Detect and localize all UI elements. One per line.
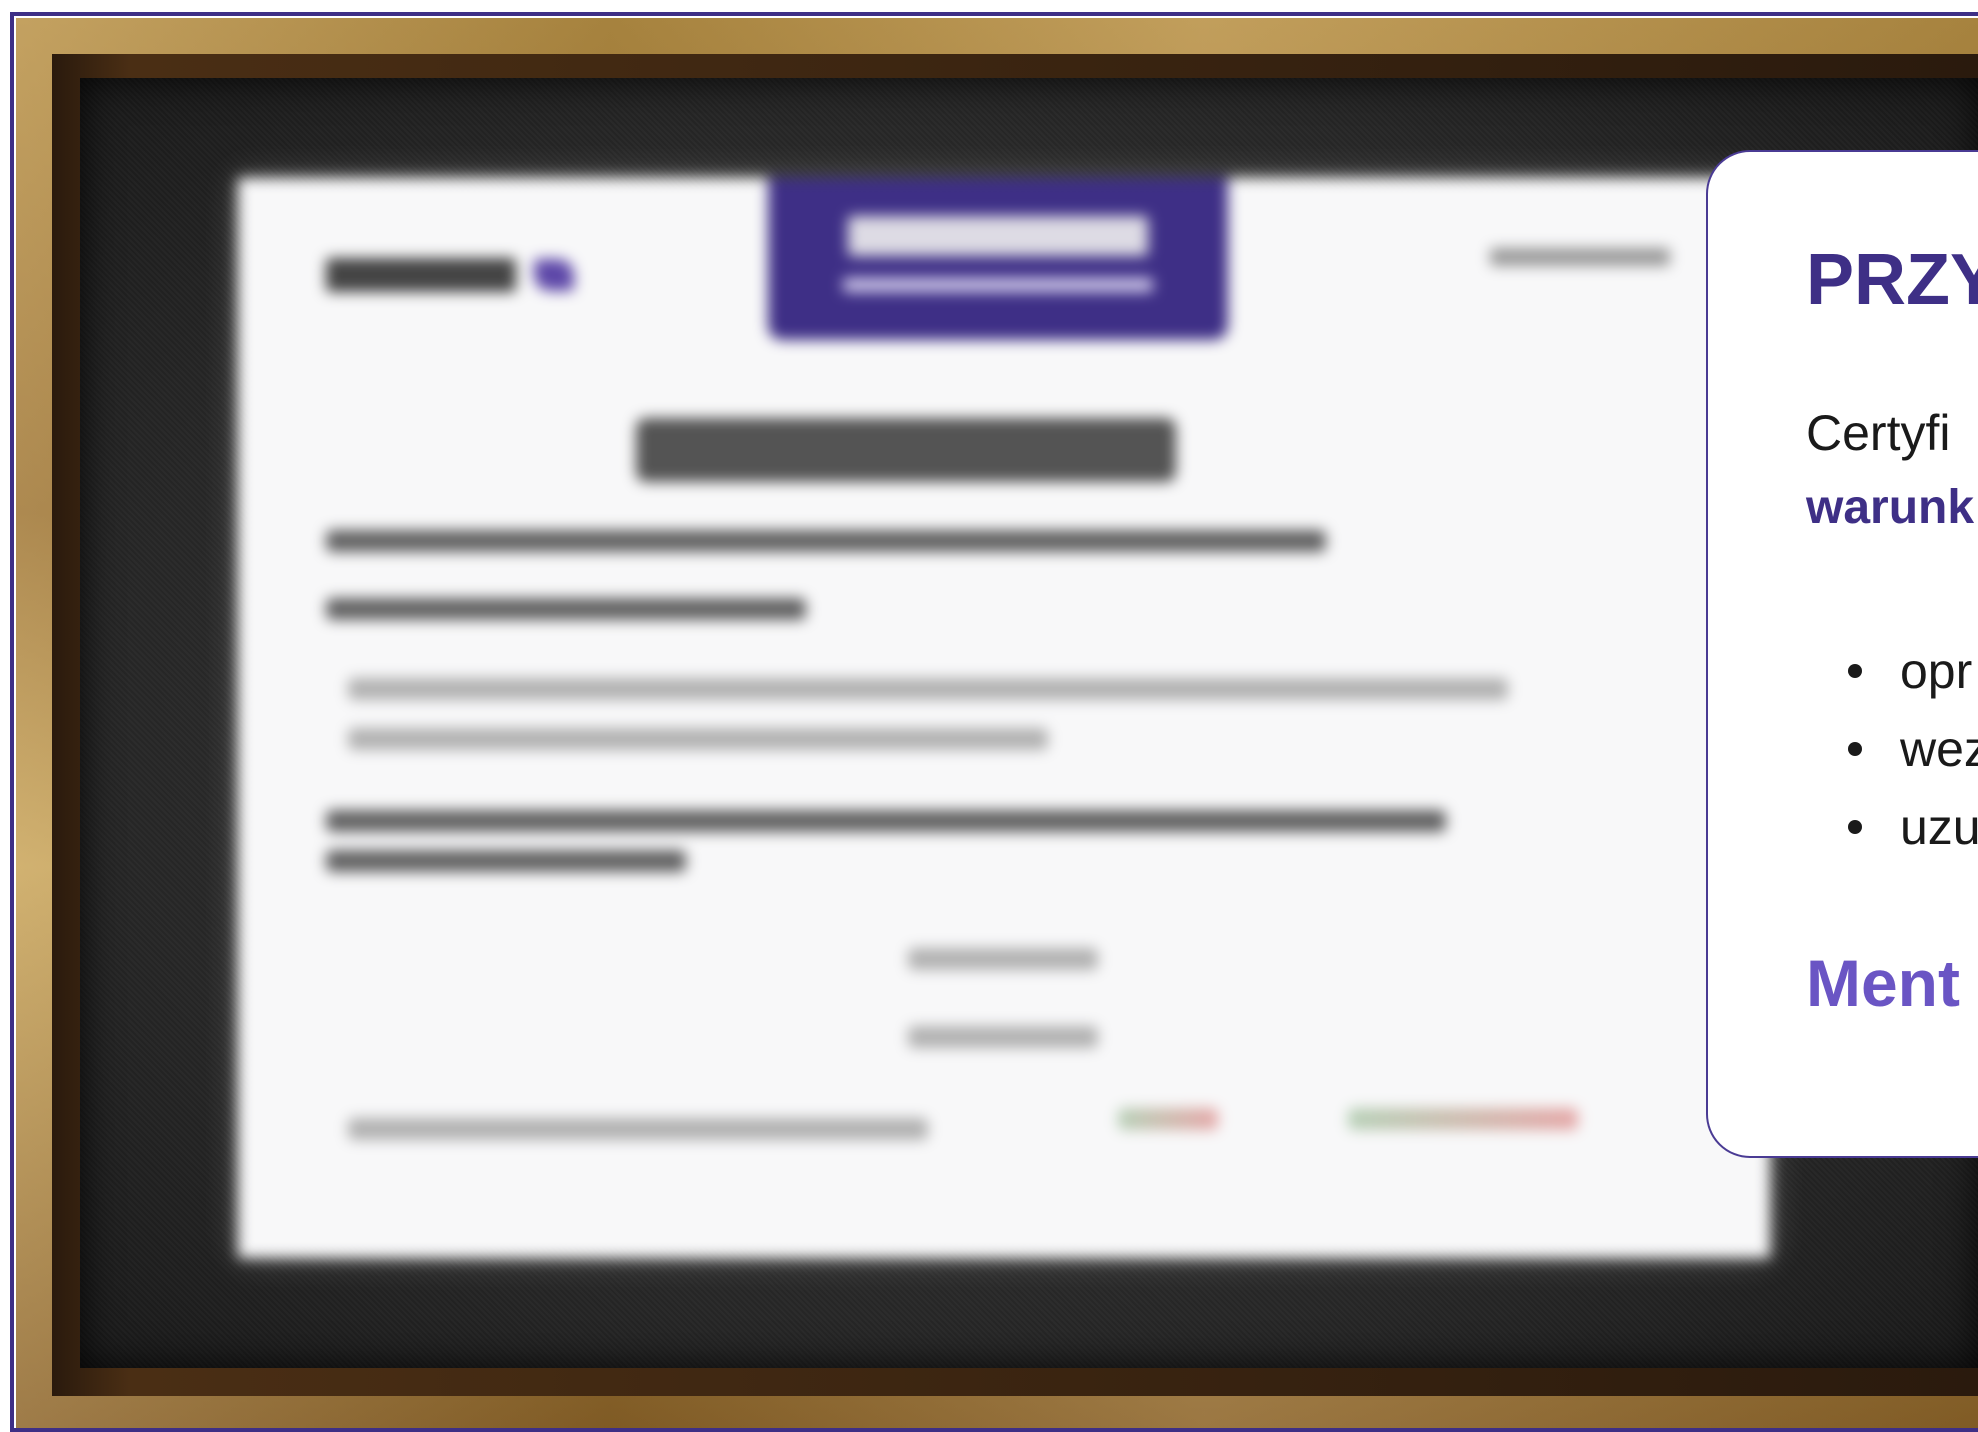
page-outer-border	[10, 12, 1978, 1432]
page: PRZY Certyfi warunk opr wez uzu Ment	[0, 0, 1978, 1432]
